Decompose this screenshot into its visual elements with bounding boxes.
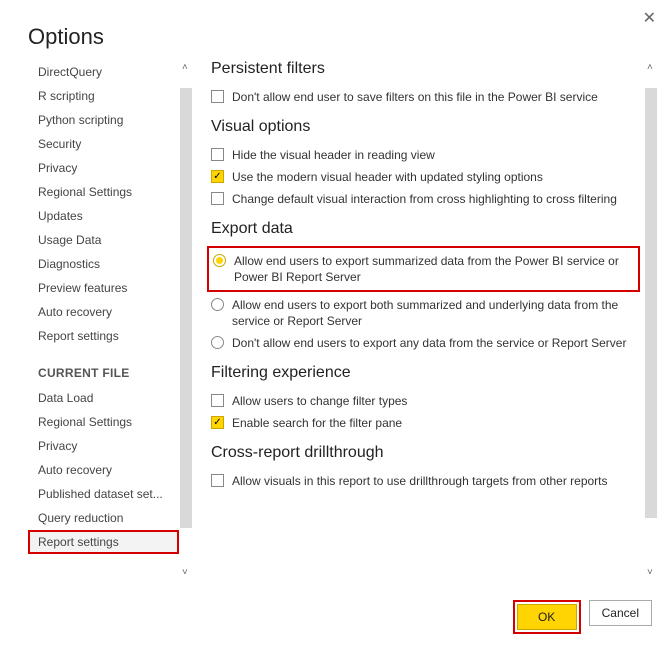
cancel-button[interactable]: Cancel xyxy=(589,600,652,626)
sidebar-item-auto-recovery-cf[interactable]: Auto recovery xyxy=(28,458,179,482)
radio-icon[interactable] xyxy=(211,298,224,311)
section-persistent-filters: Persistent filters xyxy=(211,60,636,78)
page-title: Options xyxy=(0,0,670,60)
sidebar-item-updates[interactable]: Updates xyxy=(28,204,179,228)
content-scroll-thumb[interactable] xyxy=(645,88,657,518)
sidebar-item-regional[interactable]: Regional Settings xyxy=(28,180,179,204)
chevron-down-icon[interactable]: ˅ xyxy=(182,567,188,578)
sidebar-item-published-dataset[interactable]: Published dataset set... xyxy=(28,482,179,506)
sidebar-item-query-reduction[interactable]: Query reduction xyxy=(28,506,179,530)
sidebar-item-security[interactable]: Security xyxy=(28,132,179,156)
sidebar-item-privacy[interactable]: Privacy xyxy=(28,156,179,180)
opt-visual-2[interactable]: Use the modern visual header with update… xyxy=(211,166,636,188)
radio-icon[interactable] xyxy=(213,254,226,267)
opt-label: Allow end users to export summarized dat… xyxy=(234,253,634,285)
opt-label: Allow users to change filter types xyxy=(232,393,407,409)
ok-button[interactable]: OK xyxy=(517,604,577,630)
chevron-up-icon[interactable]: ˄ xyxy=(182,62,188,73)
checkbox-icon[interactable] xyxy=(211,416,224,429)
checkbox-icon[interactable] xyxy=(211,394,224,407)
opt-crossreport-1[interactable]: Allow visuals in this report to use dril… xyxy=(211,470,636,492)
opt-label: Hide the visual header in reading view xyxy=(232,147,435,163)
checkbox-icon[interactable] xyxy=(211,474,224,487)
opt-label: Allow end users to export both summarize… xyxy=(232,297,636,329)
opt-filtering-2[interactable]: Enable search for the filter pane xyxy=(211,412,636,434)
content-scrollbar[interactable]: ˄ ˅ xyxy=(644,60,658,580)
checkbox-icon[interactable] xyxy=(211,170,224,183)
opt-label: Allow visuals in this report to use dril… xyxy=(232,473,608,489)
section-visual-options: Visual options xyxy=(211,118,636,136)
sidebar-item-data-load[interactable]: Data Load xyxy=(28,386,179,410)
opt-export-1[interactable]: Allow end users to export summarized dat… xyxy=(213,250,634,288)
close-icon[interactable]: ✕ xyxy=(643,8,656,28)
highlight-ok-button: OK xyxy=(513,600,581,634)
sidebar-list: DirectQuery R scripting Python scripting… xyxy=(28,60,179,580)
sidebar-item-usage-data[interactable]: Usage Data xyxy=(28,228,179,252)
checkbox-icon[interactable] xyxy=(211,148,224,161)
sidebar-header-current-file: CURRENT FILE xyxy=(28,348,179,386)
sidebar-item-preview-features[interactable]: Preview features xyxy=(28,276,179,300)
opt-label: Change default visual interaction from c… xyxy=(232,191,617,207)
opt-visual-3[interactable]: Change default visual interaction from c… xyxy=(211,188,636,210)
dialog-footer: OK Cancel xyxy=(513,600,652,634)
sidebar-item-diagnostics[interactable]: Diagnostics xyxy=(28,252,179,276)
sidebar: DirectQuery R scripting Python scripting… xyxy=(28,60,193,580)
highlight-export-option: Allow end users to export summarized dat… xyxy=(207,246,640,292)
opt-label: Enable search for the filter pane xyxy=(232,415,402,431)
sidebar-item-r-scripting[interactable]: R scripting xyxy=(28,84,179,108)
opt-export-3[interactable]: Don't allow end users to export any data… xyxy=(211,332,636,354)
opt-persistent-1[interactable]: Don't allow end user to save filters on … xyxy=(211,86,636,108)
opt-visual-1[interactable]: Hide the visual header in reading view xyxy=(211,144,636,166)
checkbox-icon[interactable] xyxy=(211,90,224,103)
section-cross-report: Cross-report drillthrough xyxy=(211,444,636,462)
radio-icon[interactable] xyxy=(211,336,224,349)
chevron-up-icon[interactable]: ˄ xyxy=(647,62,653,73)
sidebar-scroll-thumb[interactable] xyxy=(180,88,192,528)
content-pane: Persistent filters Don't allow end user … xyxy=(199,60,658,580)
sidebar-item-python-scripting[interactable]: Python scripting xyxy=(28,108,179,132)
sidebar-item-report-settings-global[interactable]: Report settings xyxy=(28,324,179,348)
opt-label: Don't allow end users to export any data… xyxy=(232,335,626,351)
sidebar-item-auto-recovery[interactable]: Auto recovery xyxy=(28,300,179,324)
opt-filtering-1[interactable]: Allow users to change filter types xyxy=(211,390,636,412)
opt-label: Use the modern visual header with update… xyxy=(232,169,543,185)
sidebar-item-regional-cf[interactable]: Regional Settings xyxy=(28,410,179,434)
sidebar-item-report-settings[interactable]: Report settings xyxy=(28,530,179,554)
chevron-down-icon[interactable]: ˅ xyxy=(647,567,653,578)
checkbox-icon[interactable] xyxy=(211,192,224,205)
section-export-data: Export data xyxy=(211,220,636,238)
sidebar-item-directquery[interactable]: DirectQuery xyxy=(28,60,179,84)
section-filtering-experience: Filtering experience xyxy=(211,364,636,382)
opt-export-2[interactable]: Allow end users to export both summarize… xyxy=(211,294,636,332)
opt-label: Don't allow end user to save filters on … xyxy=(232,89,598,105)
sidebar-item-privacy-cf[interactable]: Privacy xyxy=(28,434,179,458)
sidebar-scrollbar[interactable]: ˄ ˅ xyxy=(179,60,193,580)
